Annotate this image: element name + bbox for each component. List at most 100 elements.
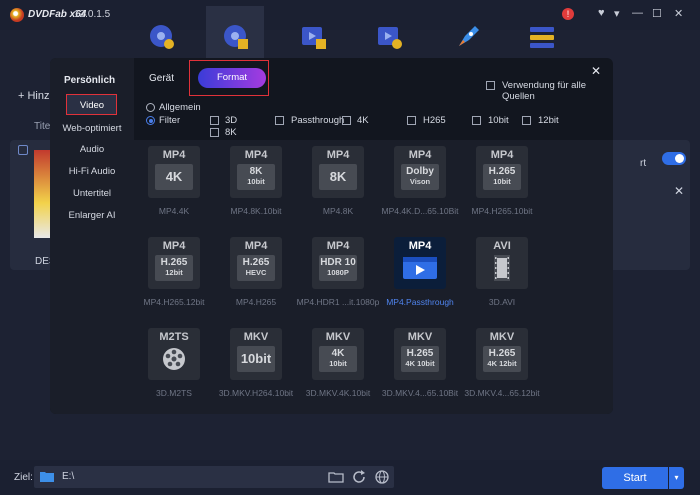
filter-passthrough-label: Passthrough <box>291 115 345 126</box>
output-path-value: E:\ <box>62 471 75 482</box>
filter-8k-checkbox[interactable] <box>210 128 219 137</box>
radio-filter-label: Filter <box>159 115 181 126</box>
format-tile-container: MP4 <box>408 149 432 161</box>
filter-12bit-checkbox[interactable] <box>522 116 531 125</box>
format-badge-line2: 10bit <box>493 177 511 186</box>
format-tile[interactable]: AVI <box>476 237 528 289</box>
format-badge-line1: H.265 <box>488 166 516 177</box>
format-tile[interactable]: MP4 4K <box>148 146 200 198</box>
browse-folder-icon[interactable] <box>328 469 344 485</box>
format-tile[interactable]: MKV H.265 4K 12bit <box>476 328 528 380</box>
sidebar-item-hifi-audio[interactable]: Hi-Fi Audio <box>50 166 134 177</box>
remove-title-icon[interactable]: ✕ <box>674 184 684 198</box>
format-tile-badge: 8K <box>319 164 357 190</box>
dialog-close-icon[interactable]: ✕ <box>591 64 601 78</box>
format-tile-container: MP4 <box>326 149 350 161</box>
sidebar-item-web-optimized[interactable]: Web-optimiert <box>50 123 134 134</box>
radio-filter[interactable] <box>146 116 155 125</box>
module-utilities[interactable] <box>438 6 496 62</box>
filter-3d-checkbox[interactable] <box>210 116 219 125</box>
video-converter-icon <box>302 27 326 49</box>
format-badge-line1: 4K <box>331 348 345 359</box>
format-tile[interactable]: MP4 8K 10bit <box>230 146 282 198</box>
module-ripper[interactable] <box>206 6 264 62</box>
module-copy[interactable] <box>132 6 190 62</box>
format-tile-badge: H.265 4K 12bit <box>483 346 521 372</box>
format-tile-badge: H.265 HEVC <box>237 255 275 281</box>
format-tile-badge: 4K <box>155 164 193 190</box>
sidebar-item-video[interactable]: Video <box>50 100 134 111</box>
format-badge-line1: H.265 <box>488 348 516 359</box>
format-badge-line1: H.265 <box>160 257 188 268</box>
format-tile-container: MP4 <box>244 240 268 252</box>
filmstrip-icon <box>494 255 510 281</box>
disc-ripper-icon <box>224 25 248 49</box>
format-badge-line2: 1080P <box>327 268 349 277</box>
sidebar-heading: Persönlich <box>64 75 116 86</box>
option-label-snippet: rt <box>640 158 647 169</box>
profile-dialog: Persönlich Video Web-optimiert Audio Hi-… <box>50 58 613 414</box>
format-tile-badge: H.265 4K 10bit <box>401 346 439 372</box>
tab-device[interactable]: Gerät <box>149 73 174 84</box>
format-tile-caption: 3D.MKV.4...65.12bit <box>464 388 540 398</box>
movie-thumbnail <box>34 150 50 238</box>
format-tile-container: MP4 <box>162 149 186 161</box>
format-badge-line1: 8K <box>249 166 263 177</box>
format-tile-container: MP4 <box>162 240 186 252</box>
module-converter[interactable] <box>284 6 342 62</box>
title-checkbox[interactable] <box>18 145 28 155</box>
format-tile[interactable]: MP4 Dolby Vison <box>394 146 446 198</box>
option-toggle[interactable] <box>662 152 686 165</box>
format-tile-container: MP4 <box>408 240 432 252</box>
format-tile[interactable]: M2TS <box>148 328 200 380</box>
sidebar-item-subtitles[interactable]: Untertitel <box>50 188 134 199</box>
filter-passthrough-checkbox[interactable] <box>275 116 284 125</box>
module-bar <box>0 0 700 64</box>
format-tile[interactable]: MP4 HDR 10 1080P <box>312 237 364 289</box>
format-badge-line1: H.265 <box>406 348 434 359</box>
module-creator[interactable] <box>360 6 418 62</box>
profile-sidebar: Persönlich Video Web-optimiert Audio Hi-… <box>50 58 134 414</box>
format-grid: MP4 4K MP4.4K MP4 8K 10bit MP4.8K.10bit MP4 8K MP… <box>134 140 613 414</box>
format-tile[interactable]: MKV 4K 10bit <box>312 328 364 380</box>
filter-8k-label: 8K <box>225 127 237 138</box>
format-tile-badge: H.265 10bit <box>483 164 521 190</box>
format-tile-badge: Dolby Vison <box>401 164 439 190</box>
format-tile-container: MKV <box>325 331 351 343</box>
film-reel-icon <box>163 348 185 370</box>
format-tile-caption: MP4.H265.10bit <box>471 206 533 216</box>
format-tile-badge: 10bit <box>237 346 275 372</box>
globe-icon[interactable] <box>374 469 390 485</box>
rocket-icon <box>459 26 479 46</box>
format-badge-line2: Vison <box>409 177 431 186</box>
format-tile-badge: HDR 10 1080P <box>319 255 357 281</box>
sidebar-item-audio[interactable]: Audio <box>50 144 134 155</box>
format-badge-line2: HEVC <box>245 268 267 277</box>
start-button[interactable]: Start <box>602 467 668 489</box>
radio-general-label: Allgemein <box>159 102 201 113</box>
format-tile-badge: H.265 12bit <box>155 255 193 281</box>
format-tile[interactable]: MKV 10bit <box>230 328 282 380</box>
folder-icon <box>40 472 54 482</box>
tab-format[interactable]: Format <box>198 68 266 88</box>
module-task-queue[interactable] <box>512 6 570 62</box>
filter-h265-label: H265 <box>423 115 446 126</box>
format-badge-line2: 4K 12bit <box>487 359 517 368</box>
format-tile[interactable]: MP4 H.265 12bit <box>148 237 200 289</box>
filter-h265-checkbox[interactable] <box>407 116 416 125</box>
filter-10bit-checkbox[interactable] <box>472 116 481 125</box>
format-tile[interactable]: MP4 H.265 HEVC <box>230 237 282 289</box>
start-dropdown-button[interactable]: ▾ <box>669 467 684 489</box>
format-tile[interactable]: MP4 8K <box>312 146 364 198</box>
filter-10bit-label: 10bit <box>488 115 509 126</box>
format-tile[interactable]: MP4 H.265 10bit <box>476 146 528 198</box>
format-badge-line1: Dolby <box>406 166 434 177</box>
refresh-icon[interactable] <box>351 469 367 485</box>
apply-all-checkbox[interactable] <box>486 81 495 90</box>
radio-general[interactable] <box>146 103 155 112</box>
format-tile[interactable]: MKV H.265 4K 10bit <box>394 328 446 380</box>
filter-3d-label: 3D <box>225 115 238 126</box>
format-tile[interactable]: MP4 <box>394 237 446 289</box>
filter-4k-checkbox[interactable] <box>342 116 351 125</box>
format-tile-container: AVI <box>493 240 511 252</box>
